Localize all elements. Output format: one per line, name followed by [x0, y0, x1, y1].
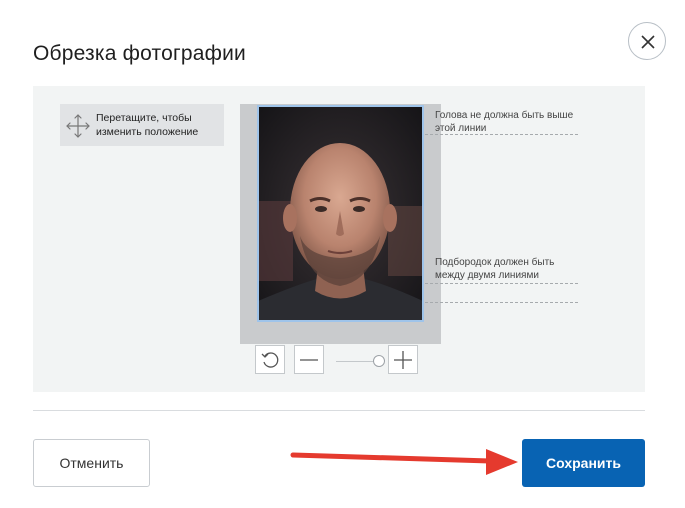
guide-top-text: Голова не должна быть выше этой линии	[435, 110, 574, 134]
guide-top-line	[425, 134, 578, 135]
move-arrows-icon	[66, 114, 90, 138]
dialog-title: Обрезка фотографии	[33, 42, 246, 65]
zoom-out-button[interactable]	[294, 345, 324, 374]
rotate-icon	[261, 352, 279, 368]
minus-icon	[300, 359, 318, 361]
annotation-arrow-icon	[290, 449, 518, 475]
plus-icon	[394, 351, 412, 369]
close-button[interactable]	[628, 22, 666, 60]
drag-hint: Перетащите, чтобы изменить положение	[60, 104, 224, 146]
guide-chin-line-bottom	[425, 302, 578, 303]
footer-divider	[33, 410, 645, 411]
rotate-button[interactable]	[255, 345, 285, 374]
guide-chin-text: Подбородок должен быть между двумя линия…	[435, 257, 555, 281]
save-button[interactable]: Сохранить	[522, 439, 645, 487]
drag-hint-text: Перетащите, чтобы изменить положение	[96, 112, 199, 138]
zoom-in-button[interactable]	[388, 345, 418, 374]
zoom-slider-thumb[interactable]	[373, 355, 385, 367]
crop-frame[interactable]	[257, 105, 424, 322]
crop-area: Перетащите, чтобы изменить положение Гол…	[33, 86, 645, 392]
cancel-button[interactable]: Отменить	[33, 439, 150, 487]
crop-photo-dialog: Обрезка фотографии Перетащите, чтобы изм…	[0, 0, 685, 508]
guide-chin-line-top	[425, 283, 578, 284]
close-icon	[641, 35, 655, 49]
